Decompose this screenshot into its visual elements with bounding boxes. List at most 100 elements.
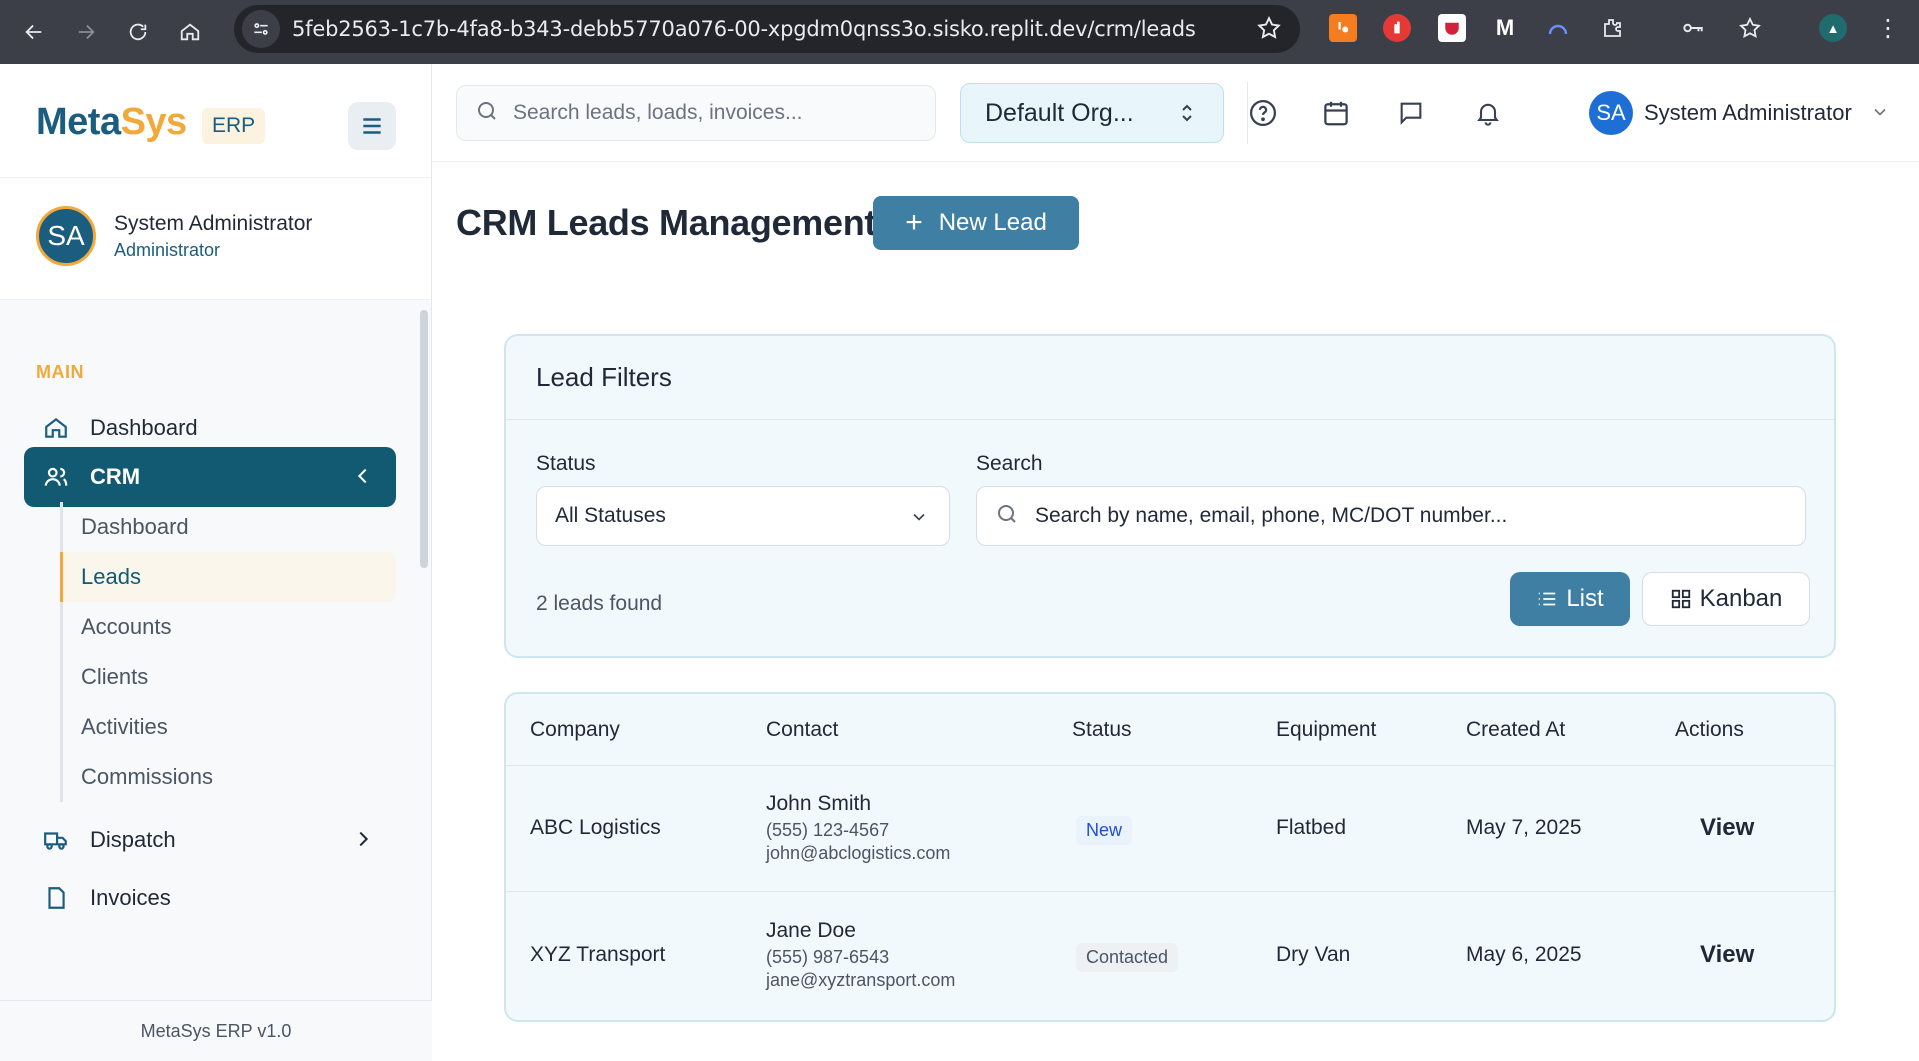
results-count: 2 leads found	[536, 592, 663, 615]
sidebar-item-invoices[interactable]: Invoices	[24, 868, 396, 928]
adblock-extension-icon[interactable]	[1383, 14, 1411, 42]
sidebar-scrollbar[interactable]	[420, 310, 428, 568]
created-at-cell: May 7, 2025	[1466, 816, 1582, 839]
help-icon[interactable]	[1246, 96, 1280, 130]
created-at-cell: May 6, 2025	[1466, 943, 1582, 966]
equipment-cell: Flatbed	[1276, 816, 1347, 839]
sidebar-subitem-accounts[interactable]: Accounts	[60, 602, 396, 652]
lead-search[interactable]	[976, 486, 1806, 546]
grid-icon	[1670, 588, 1692, 610]
extensions-puzzle-icon[interactable]	[1598, 14, 1626, 42]
new-lead-button[interactable]: + New Lead	[873, 196, 1079, 250]
menu-kebab-icon[interactable]: ⋮	[1874, 14, 1902, 42]
home-icon	[42, 414, 70, 442]
chevron-right-icon	[352, 828, 374, 856]
brand-header: MetaSys ERP	[0, 64, 431, 178]
sidebar-item-crm[interactable]: CRM	[24, 447, 396, 507]
browser-toolbar: 5feb2563-1c7b-4fa8-b343-debb5770a076-00-…	[0, 0, 1919, 64]
top-bar: Default Org... SA System Administrator	[432, 64, 1919, 162]
status-badge: Contacted	[1076, 943, 1179, 972]
chevron-up-down-icon	[1175, 100, 1199, 133]
kanban-view-button[interactable]: Kanban	[1642, 572, 1810, 626]
sidebar-subitem-leads[interactable]: Leads	[60, 552, 396, 602]
column-header-created-at[interactable]: Created At	[1466, 718, 1565, 742]
contact-email: john@abclogistics.com	[766, 843, 951, 863]
sidebar-nav[interactable]: MAIN Dashboard CRM Dashboard Leads Accou…	[0, 300, 432, 1000]
column-header-contact[interactable]: Contact	[766, 718, 838, 742]
url-text[interactable]: 5feb2563-1c7b-4fa8-b343-debb5770a076-00-…	[292, 17, 1196, 41]
profile-avatar-icon[interactable]: ▲	[1819, 14, 1847, 42]
pocket-extension-icon[interactable]	[1438, 14, 1466, 42]
leads-table: Company Contact Status Equipment Created…	[504, 692, 1836, 1022]
sidebar-item-label: Invoices	[90, 885, 171, 910]
status-select[interactable]: All Statuses	[536, 486, 950, 546]
bell-icon[interactable]	[1471, 96, 1505, 130]
search-icon	[475, 99, 499, 128]
column-header-company[interactable]: Company	[530, 718, 620, 742]
avatar[interactable]: SA	[1589, 91, 1633, 135]
users-icon	[42, 463, 70, 491]
logo-sys: Sys	[120, 101, 188, 143]
password-key-icon[interactable]	[1679, 14, 1707, 42]
user-menu-name[interactable]: System Administrator	[1644, 100, 1852, 126]
global-search-input[interactable]	[513, 101, 913, 125]
sidebar-subitem-crm-dashboard[interactable]: Dashboard	[60, 502, 396, 552]
column-header-status[interactable]: Status	[1072, 718, 1132, 742]
org-selector[interactable]: Default Org...	[960, 83, 1224, 143]
chevron-left-icon	[352, 465, 374, 493]
sidebar-toggle-button[interactable]	[348, 102, 396, 150]
file-icon	[42, 884, 70, 912]
reload-icon[interactable]	[120, 14, 156, 50]
list-view-button[interactable]: List	[1510, 572, 1630, 626]
messages-icon[interactable]	[1394, 96, 1428, 130]
lead-search-input[interactable]	[1035, 504, 1795, 528]
back-icon[interactable]	[16, 14, 52, 50]
forward-icon[interactable]	[68, 14, 104, 50]
org-selector-value: Default Org...	[985, 98, 1134, 127]
column-header-equipment[interactable]: Equipment	[1276, 718, 1376, 742]
arc-extension-icon[interactable]	[1544, 14, 1572, 42]
m-extension-icon[interactable]: M	[1491, 14, 1519, 42]
list-icon	[1536, 588, 1558, 610]
company-cell: XYZ Transport	[530, 943, 666, 966]
view-lead-button[interactable]: View	[1700, 814, 1754, 842]
column-header-actions: Actions	[1675, 718, 1744, 741]
view-lead-button[interactable]: View	[1700, 941, 1754, 969]
bookmarks-icon[interactable]	[1736, 14, 1764, 42]
calendar-icon[interactable]	[1319, 96, 1353, 130]
kanban-view-label: Kanban	[1699, 585, 1783, 612]
contact-cell: Jane Doe (555) 987-6543 jane@xyztranspor…	[766, 919, 955, 991]
hubspot-extension-icon[interactable]	[1329, 14, 1357, 42]
logo-meta: Meta	[36, 101, 121, 143]
bookmark-star-icon[interactable]	[1256, 15, 1282, 46]
chevron-down-icon[interactable]	[1870, 102, 1890, 127]
contact-phone: (555) 987-6543	[766, 947, 890, 967]
sidebar-user-card: SA System Administrator Administrator	[0, 178, 431, 300]
table-row[interactable]: ABC Logistics John Smith (555) 123-4567 …	[506, 766, 1834, 892]
site-info-icon[interactable]	[242, 10, 280, 48]
erp-badge: ERP	[202, 108, 266, 144]
home-icon[interactable]	[172, 14, 208, 50]
page-title: CRM Leads Management	[456, 202, 877, 243]
contact-cell: John Smith (555) 123-4567 john@abclogist…	[766, 792, 950, 864]
table-row[interactable]: XYZ Transport Jane Doe (555) 987-6543 ja…	[506, 893, 1834, 1019]
list-view-label: List	[1566, 585, 1604, 612]
sidebar-subitem-commissions[interactable]: Commissions	[60, 752, 396, 802]
hamburger-icon	[363, 118, 381, 134]
logo: MetaSys	[36, 101, 187, 144]
equipment-cell: Dry Van	[1276, 943, 1351, 966]
sidebar-subitem-clients[interactable]: Clients	[60, 652, 396, 702]
user-role: Administrator	[114, 240, 221, 260]
truck-icon	[42, 826, 70, 854]
sidebar-subitem-activities[interactable]: Activities	[60, 702, 396, 752]
sidebar-item-dispatch[interactable]: Dispatch	[24, 810, 396, 870]
contact-email: jane@xyztransport.com	[766, 970, 956, 990]
contact-name: John Smith	[766, 792, 872, 815]
address-bar[interactable]: 5feb2563-1c7b-4fa8-b343-debb5770a076-00-…	[234, 5, 1300, 53]
sidebar-item-label: Dispatch	[90, 827, 176, 852]
contact-name: Jane Doe	[766, 919, 856, 942]
status-select-value: All Statuses	[555, 504, 666, 527]
contact-phone: (555) 123-4567	[766, 820, 890, 840]
global-search[interactable]	[456, 85, 936, 141]
status-badge: New	[1076, 816, 1133, 845]
